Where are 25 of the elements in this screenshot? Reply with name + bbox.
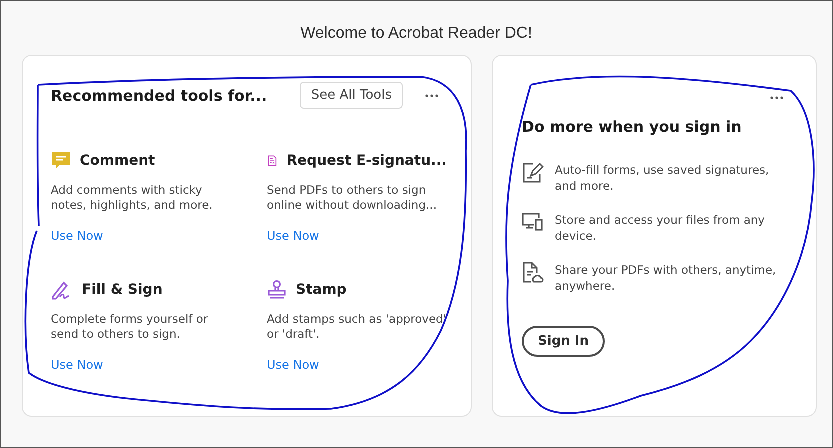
tool-description: Add comments with sticky notes, highlights, and more. (51, 183, 214, 213)
card-title: Do more when you sign in (522, 118, 743, 136)
tool-title: Comment (80, 153, 156, 169)
use-now-link[interactable]: Use Now (51, 229, 104, 243)
card-title: Recommended tools for... (51, 86, 268, 104)
see-all-tools-button[interactable]: See All Tools (300, 82, 403, 109)
tool-description: Complete forms yourself or send to others to sign. (51, 312, 210, 342)
more-icon[interactable] (425, 94, 439, 98)
tool-description: Send PDFs to others to sign online without downloading... (267, 183, 438, 213)
benefit-text: Auto-fill forms, use saved signatures, and more. (555, 162, 770, 194)
tool-title: Request E-signatu... (286, 153, 447, 169)
benefit-text: Store and access your files from any device. (555, 212, 766, 244)
form-pen-icon (522, 162, 544, 184)
cloud-document-icon (522, 262, 544, 284)
devices-icon (522, 212, 544, 232)
use-now-link[interactable]: Use Now (51, 358, 104, 372)
benefit-text: Share your PDFs with others, anytime, anywhere. (555, 262, 778, 294)
more-icon[interactable] (770, 96, 784, 100)
use-now-link[interactable]: Use Now (267, 358, 320, 372)
tool-title: Stamp (296, 282, 347, 298)
use-now-link[interactable]: Use Now (267, 229, 320, 243)
sign-in-button[interactable]: Sign In (522, 326, 605, 357)
tool-description: Add stamps such as 'approved' or 'draft'. (267, 312, 447, 342)
window-title: Welcome to Acrobat Reader DC! (300, 25, 534, 43)
tool-title: Fill & Sign (82, 282, 163, 298)
